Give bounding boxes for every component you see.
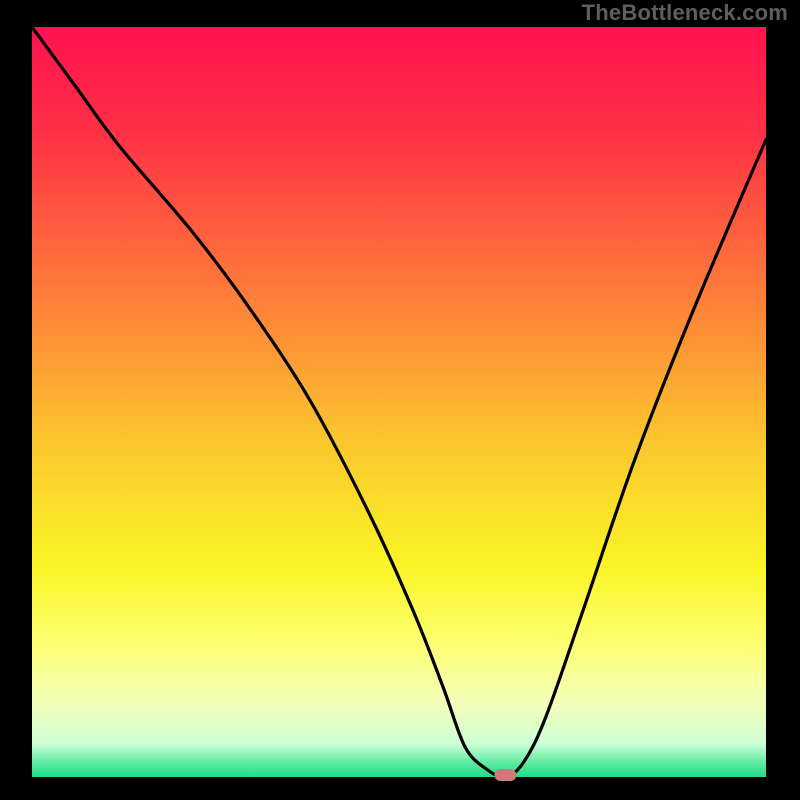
chart-svg [0,0,800,800]
chart-frame: TheBottleneck.com [0,0,800,800]
optimal-marker [494,769,516,781]
